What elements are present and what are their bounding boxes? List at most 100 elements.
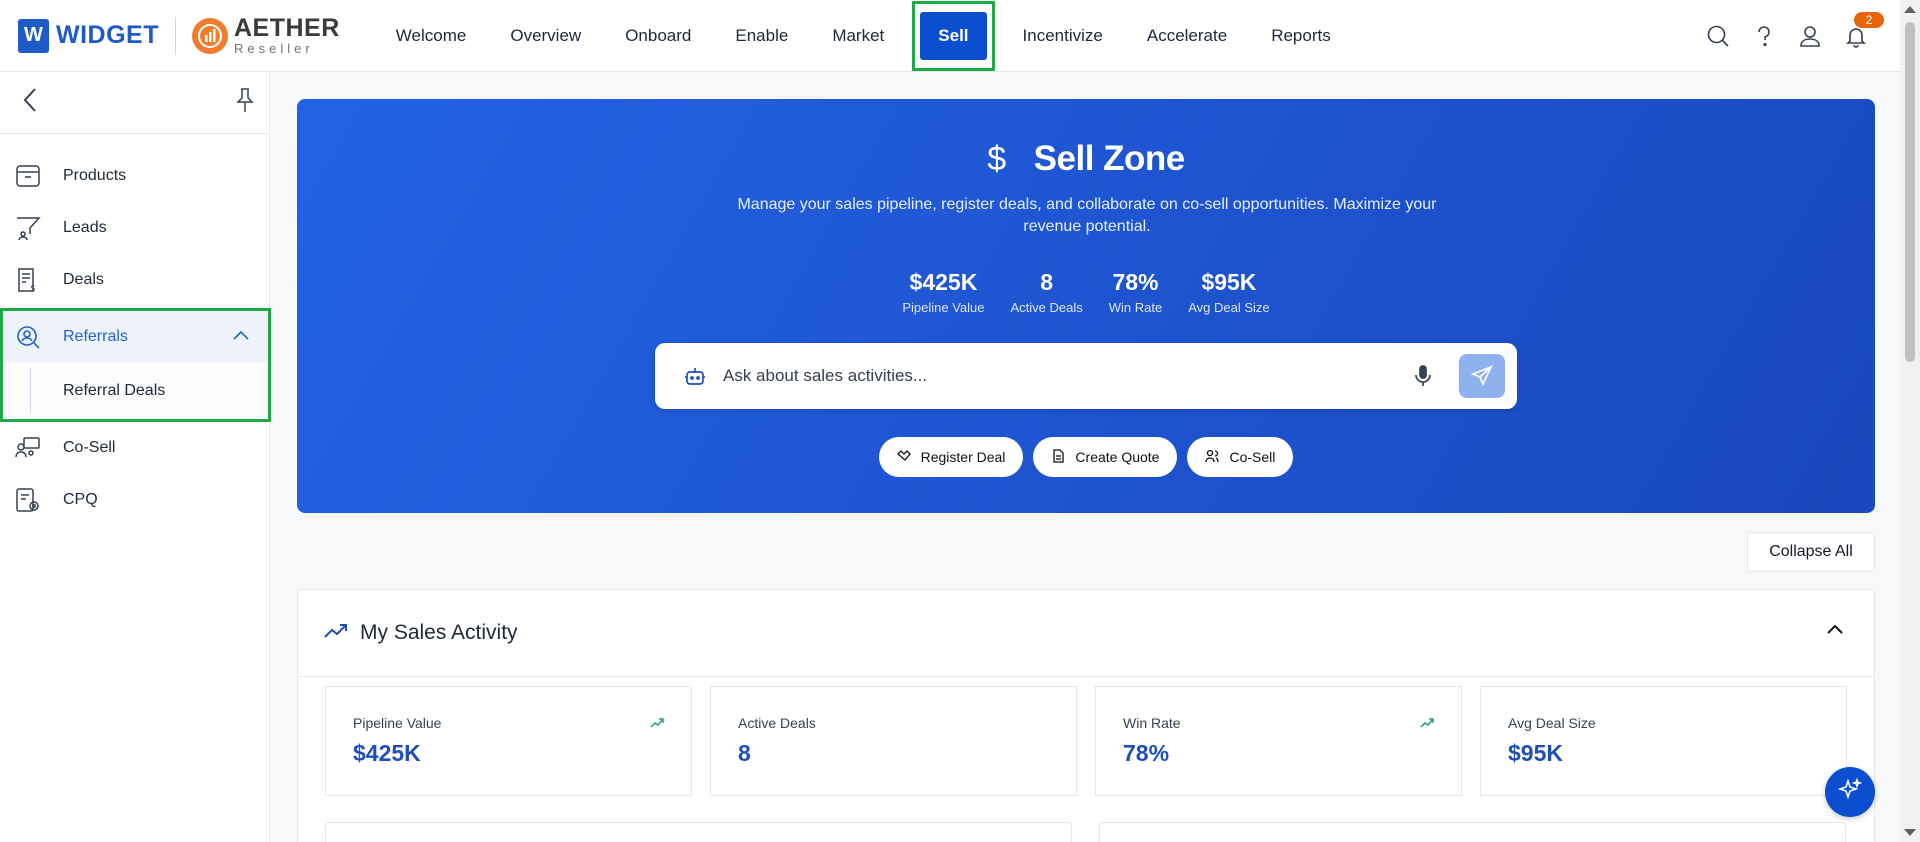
widget-logo-badge: W — [18, 18, 49, 53]
sales-activity-header[interactable]: My Sales Activity — [298, 590, 1874, 677]
user-search-icon — [14, 323, 42, 351]
widget-logo-text: WIDGET — [56, 21, 159, 49]
search-icon[interactable] — [1704, 22, 1732, 50]
co-sell-button[interactable]: Co-Sell — [1187, 437, 1294, 477]
hero-description: Manage your sales pipeline, register dea… — [737, 196, 1437, 235]
metric-card-avg-deal-size: Avg Deal Size $95K — [1480, 686, 1847, 796]
help-icon[interactable] — [1750, 22, 1778, 50]
co-sell-label: Co-Sell — [1229, 449, 1276, 465]
metric-value: 8 — [738, 740, 751, 766]
trend-up-icon — [650, 715, 664, 733]
nav-overview[interactable]: Overview — [488, 13, 603, 59]
handshake-icon — [896, 449, 911, 466]
nav-onboard[interactable]: Onboard — [603, 13, 713, 59]
sidebar-item-co-sell[interactable]: Co-Sell — [0, 422, 269, 474]
nav-sell[interactable]: Sell — [920, 11, 987, 60]
hero-stat: $425K Pipeline Value — [902, 269, 984, 315]
bell-icon[interactable]: 2 — [1842, 12, 1884, 50]
group-icon — [14, 434, 42, 462]
ask-box — [655, 343, 1517, 409]
metric-value: 78% — [1123, 740, 1170, 766]
document-icon — [1051, 448, 1065, 466]
sidebar-item-label: Deals — [63, 271, 104, 288]
sidebar-subitem-referral-deals[interactable]: Referral Deals — [3, 362, 268, 419]
sales-activity-title: My Sales Activity — [360, 621, 518, 644]
send-button[interactable] — [1459, 354, 1505, 398]
create-quote-button[interactable]: Create Quote — [1033, 437, 1178, 477]
nav-incentivize[interactable]: Incentivize — [1001, 13, 1125, 59]
sidebar-item-label: Leads — [63, 219, 107, 236]
sidebar-item-referrals[interactable]: Referrals — [3, 311, 268, 362]
collapse-all-button[interactable]: Collapse All — [1747, 532, 1875, 572]
ask-input[interactable] — [723, 366, 1411, 386]
bot-icon — [683, 364, 707, 388]
sparkle-icon — [1837, 777, 1863, 807]
aether-logo-icon — [192, 17, 228, 54]
trend-up-icon — [1420, 715, 1434, 733]
metric-label: Avg Deal Size — [1508, 715, 1596, 731]
metric-label: Pipeline Value — [353, 715, 442, 731]
top-navbar: W WIDGET AETHER Reseller Welcome Overvie… — [0, 0, 1900, 72]
nav-market[interactable]: Market — [810, 13, 906, 59]
nav-accelerate[interactable]: Accelerate — [1125, 13, 1249, 59]
create-quote-label: Create Quote — [1075, 449, 1160, 465]
scroll-thumb[interactable] — [1905, 22, 1915, 362]
hero-actions: Register Deal Create Quote Co-Sell — [297, 437, 1875, 477]
sidebar-item-deals[interactable]: $ Deals — [0, 254, 269, 306]
sidebar-item-cpq[interactable]: CPQ — [0, 474, 269, 526]
main-nav: Welcome Overview Onboard Enable Market S… — [374, 0, 1353, 72]
aether-logo-text: AETHER — [234, 14, 340, 42]
users-icon — [1205, 449, 1220, 466]
dollar-icon: $ — [987, 139, 1006, 178]
hero-stat: 8 Active Deals — [1011, 269, 1083, 315]
metric-card-pipeline-value: Pipeline Value $425K — [325, 686, 692, 796]
aether-logo-subtitle: Reseller — [234, 41, 314, 56]
nav-sell-highlight: Sell — [912, 0, 995, 71]
nav-reports[interactable]: Reports — [1249, 13, 1353, 59]
trending-up-icon — [324, 623, 348, 644]
quote-settings-icon — [14, 486, 42, 514]
chevron-up-icon[interactable] — [1826, 622, 1844, 640]
hero-stat-label: Avg Deal Size — [1188, 300, 1270, 315]
main-content: $ Sell Zone Manage your sales pipeline, … — [271, 72, 1900, 842]
scroll-down-arrow[interactable] — [1904, 829, 1916, 836]
pin-icon[interactable] — [235, 87, 255, 118]
brand[interactable]: W WIDGET AETHER Reseller — [18, 16, 340, 55]
page-scrollbar[interactable] — [1900, 0, 1920, 842]
sidebar-item-label: Referrals — [63, 327, 128, 345]
hero-stat: 78% Win Rate — [1109, 269, 1162, 315]
hero-stat: $95K Avg Deal Size — [1188, 269, 1269, 315]
sidebar-item-label: Products — [63, 167, 127, 184]
nav-welcome[interactable]: Welcome — [374, 13, 489, 59]
invoice-dollar-icon: $ — [14, 266, 42, 294]
sidebar: Products Leads $ Deals Referrals Referra… — [0, 72, 271, 842]
user-icon[interactable] — [1796, 22, 1824, 50]
sidebar-item-label: CPQ — [63, 491, 98, 508]
metric-label: Active Deals — [738, 715, 816, 731]
sidebar-subitem-label: Referral Deals — [63, 381, 166, 399]
sidebar-item-products[interactable]: Products — [0, 150, 269, 202]
back-arrow-icon[interactable] — [22, 87, 38, 118]
sell-zone-hero: $ Sell Zone Manage your sales pipeline, … — [297, 99, 1875, 513]
sidebar-item-label: Co-Sell — [63, 439, 116, 456]
hero-stat-value: 78% — [1112, 269, 1159, 295]
ai-assistant-button[interactable] — [1825, 767, 1875, 817]
lower-panel-right — [1099, 822, 1846, 842]
sidebar-item-leads[interactable]: Leads — [0, 202, 269, 254]
metric-value: $95K — [1508, 740, 1563, 766]
box-icon — [14, 162, 42, 190]
hero-stats: $425K Pipeline Value 8 Active Deals 78% Win… — [297, 269, 1875, 315]
sidebar-header — [0, 72, 269, 134]
sales-activity-panel: My Sales Activity Pipeline Value $425K A… — [297, 589, 1875, 842]
register-deal-label: Register Deal — [920, 449, 1006, 465]
hero-title: Sell Zone — [1033, 139, 1186, 178]
metric-card-win-rate: Win Rate 78% — [1095, 686, 1462, 796]
chevron-up-icon[interactable] — [232, 328, 250, 346]
scroll-up-arrow[interactable] — [1904, 6, 1916, 13]
metric-value: $425K — [353, 740, 421, 766]
nav-enable[interactable]: Enable — [713, 13, 810, 59]
funnel-icon — [14, 214, 42, 242]
microphone-icon[interactable] — [1411, 364, 1435, 388]
hero-stat-value: $95K — [1201, 269, 1257, 295]
register-deal-button[interactable]: Register Deal — [878, 437, 1024, 477]
